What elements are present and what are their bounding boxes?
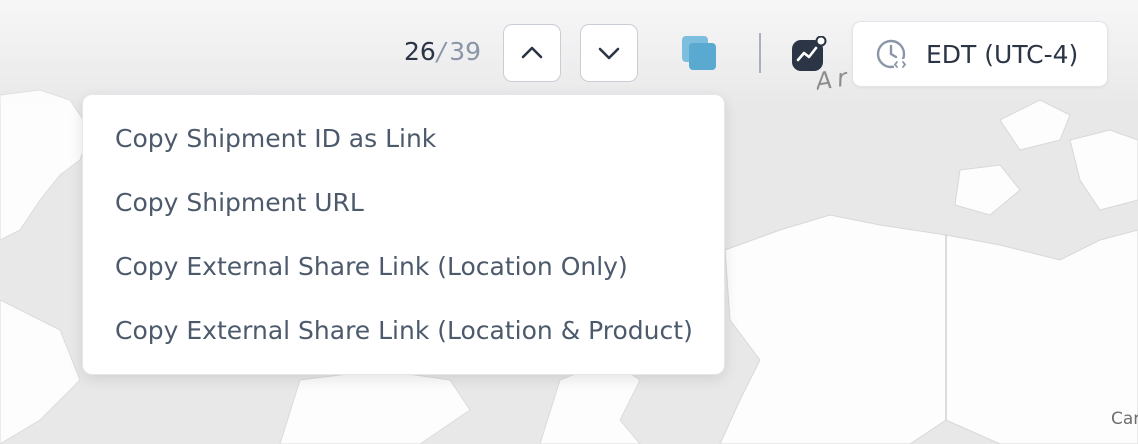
current-index: 26 — [404, 37, 436, 66]
analytics-icon — [792, 35, 827, 71]
menu-item-copy-shipment-id-link[interactable]: Copy Shipment ID as Link — [115, 124, 436, 153]
counter-separator: / — [436, 37, 446, 66]
menu-item-copy-shipment-url[interactable]: Copy Shipment URL — [115, 188, 364, 217]
copy-button[interactable] — [678, 32, 720, 74]
shipment-counter: 26 / 39 — [404, 37, 481, 71]
map-label-canada: Car — [1111, 409, 1138, 429]
toolbar-divider — [759, 33, 761, 73]
timezone-label: EDT (UTC-4) — [926, 40, 1079, 69]
next-shipment-button[interactable] — [580, 24, 638, 82]
previous-shipment-button[interactable] — [503, 24, 561, 82]
chevron-up-icon — [521, 46, 543, 59]
analytics-button[interactable] — [791, 35, 827, 72]
timezone-button[interactable]: EDT (UTC-4) — [852, 21, 1108, 87]
copy-menu: Copy Shipment ID as Link Copy Shipment U… — [82, 94, 725, 375]
chevron-down-icon — [598, 47, 620, 60]
landmass-alaska — [719, 214, 947, 444]
landmass-canada — [945, 229, 1138, 444]
total-count: 39 — [449, 37, 482, 66]
clock-icon — [876, 39, 907, 70]
menu-item-copy-share-link-location[interactable]: Copy External Share Link (Location Only) — [115, 252, 628, 281]
menu-item-copy-share-link-location-product[interactable]: Copy External Share Link (Location & Pro… — [115, 316, 693, 345]
copy-icon — [682, 36, 716, 70]
